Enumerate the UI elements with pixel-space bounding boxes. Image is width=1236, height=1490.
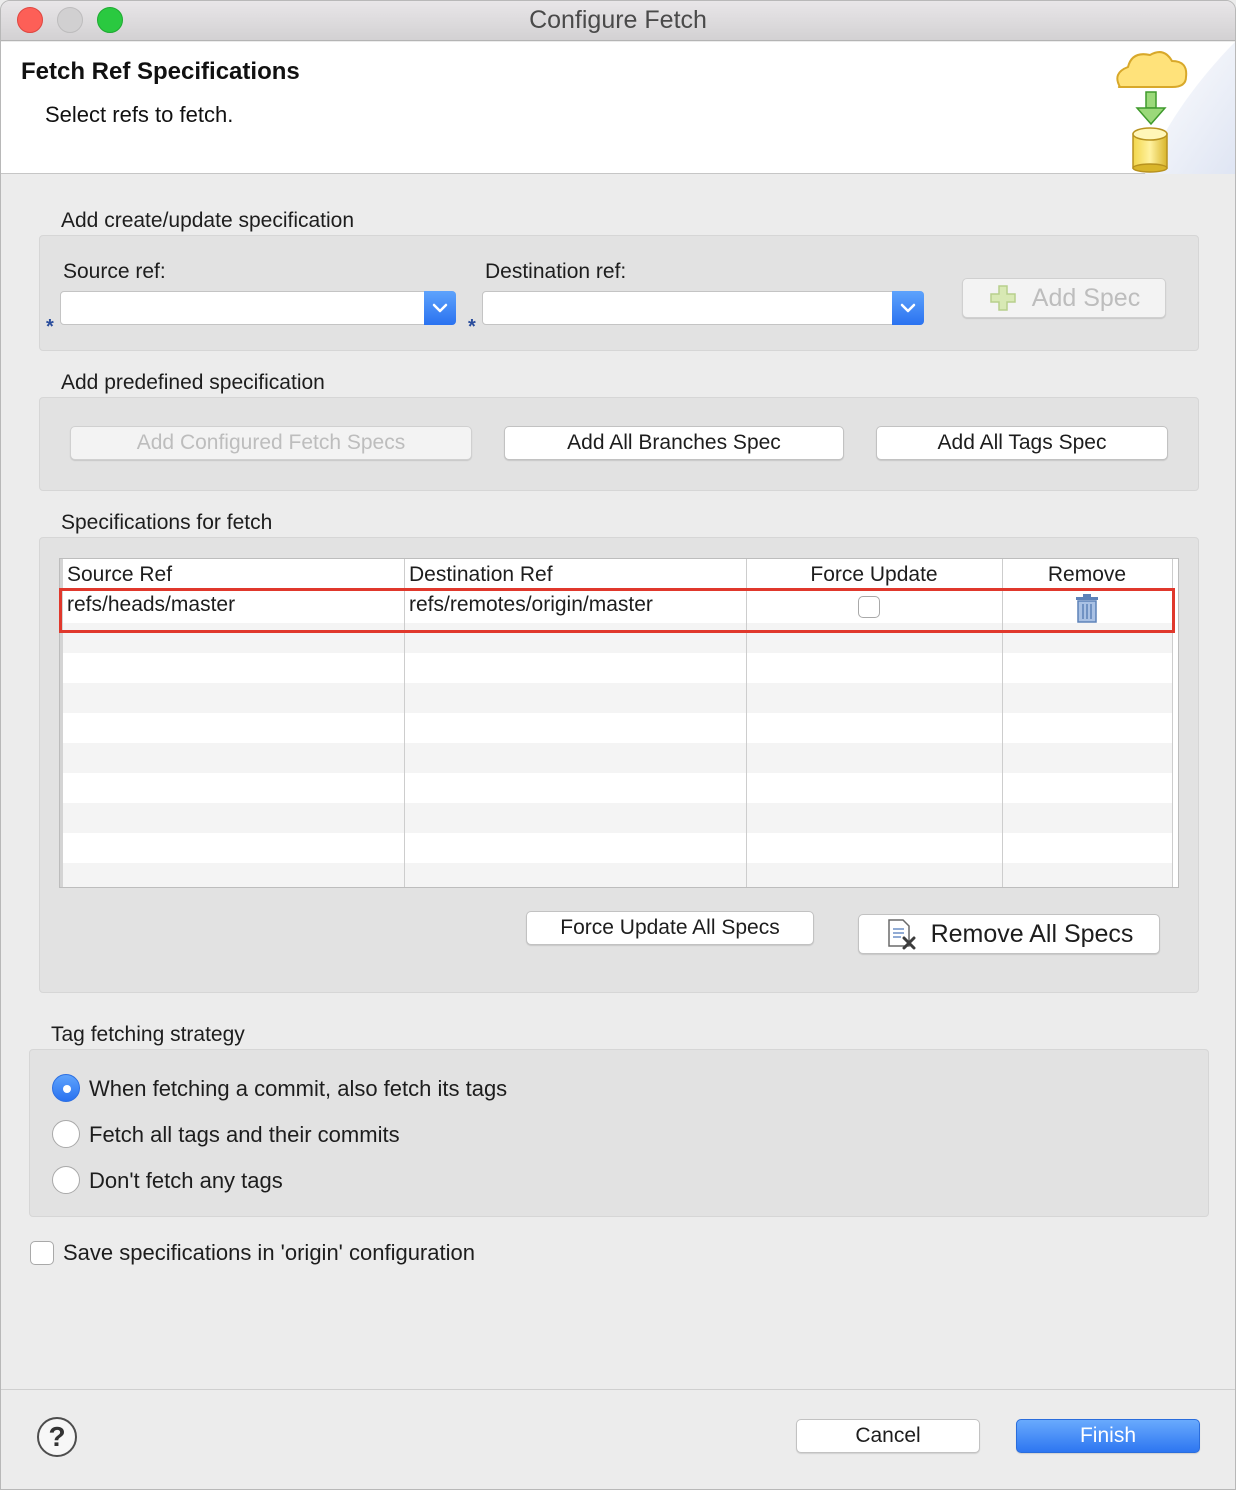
column-header-source-ref[interactable]: Source Ref (67, 559, 172, 589)
predefined-panel: Add Configured Fetch Specs Add All Branc… (39, 397, 1199, 491)
chevron-down-icon (432, 303, 448, 313)
page-subtitle: Select refs to fetch. (45, 102, 234, 127)
fetch-wizard-icon (1116, 42, 1235, 174)
remove-document-icon (887, 919, 916, 950)
source-ref-dropdown-button[interactable] (424, 291, 456, 325)
destination-required-marker: * (468, 316, 476, 338)
remove-all-specs-button[interactable]: Remove All Specs (858, 914, 1160, 954)
title-bar: Configure Fetch (1, 1, 1235, 41)
add-spec-label: Add Spec (1031, 283, 1141, 312)
source-ref-label: Source ref: (63, 260, 166, 283)
radio-no-tags[interactable] (52, 1166, 80, 1194)
chevron-down-icon (900, 303, 916, 313)
destination-ref-label: Destination ref: (485, 260, 627, 283)
radio-fetch-commit-tags[interactable] (52, 1074, 80, 1102)
table-row-stripe (63, 803, 1173, 833)
predefined-group-label: Add predefined specification (61, 371, 325, 394)
column-header-force-update[interactable]: Force Update (746, 559, 1002, 589)
finish-button[interactable]: Finish (1016, 1419, 1200, 1453)
configure-fetch-dialog: Configure Fetch Fetch Ref Specifications… (0, 0, 1236, 1490)
option-no-tags-label[interactable]: Don't fetch any tags (89, 1168, 283, 1194)
remove-all-specs-label: Remove All Specs (930, 919, 1134, 948)
create-update-panel: Source ref: * Destination ref: * Add Spe… (39, 235, 1199, 351)
add-all-tags-spec-button[interactable]: Add All Tags Spec (876, 426, 1168, 460)
table-row-stripe (63, 683, 1173, 713)
add-spec-button[interactable]: Add Spec (962, 278, 1166, 318)
selected-row-highlight (59, 588, 1175, 633)
window-title: Configure Fetch (529, 6, 707, 34)
save-config-checkbox[interactable] (30, 1241, 54, 1265)
option-fetch-all-tags-label[interactable]: Fetch all tags and their commits (89, 1122, 400, 1148)
destination-ref-dropdown-button[interactable] (892, 291, 924, 325)
column-header-remove[interactable]: Remove (1002, 559, 1172, 589)
source-required-marker: * (46, 316, 54, 338)
destination-ref-combo[interactable] (482, 291, 924, 325)
specs-group-label: Specifications for fetch (61, 511, 273, 534)
table-row-stripe (63, 743, 1173, 773)
wizard-banner: Fetch Ref Specifications Select refs to … (1, 42, 1235, 174)
force-update-all-specs-button[interactable]: Force Update All Specs (526, 911, 814, 945)
footer-separator (1, 1389, 1235, 1390)
tag-strategy-group-label: Tag fetching strategy (51, 1023, 245, 1046)
option-fetch-commit-tags-label[interactable]: When fetching a commit, also fetch its t… (89, 1076, 507, 1102)
create-update-group-label: Add create/update specification (61, 209, 355, 232)
plus-icon (990, 285, 1016, 311)
source-ref-combo[interactable] (60, 291, 456, 325)
cancel-button[interactable]: Cancel (796, 1419, 980, 1453)
table-row-stripe (63, 863, 1173, 887)
add-configured-fetch-specs-button[interactable]: Add Configured Fetch Specs (70, 426, 472, 460)
page-title: Fetch Ref Specifications (21, 58, 300, 85)
help-button[interactable]: ? (37, 1417, 77, 1457)
save-config-label[interactable]: Save specifications in 'origin' configur… (63, 1240, 475, 1266)
column-header-destination-ref[interactable]: Destination Ref (409, 559, 553, 589)
add-all-branches-spec-button[interactable]: Add All Branches Spec (504, 426, 844, 460)
radio-fetch-all-tags[interactable] (52, 1120, 80, 1148)
